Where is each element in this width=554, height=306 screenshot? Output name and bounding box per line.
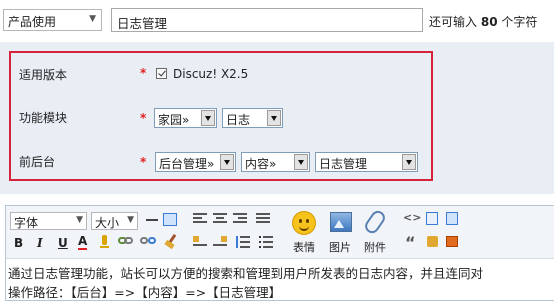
font-size-select-value: 大小	[95, 216, 120, 230]
flash-icon[interactable]	[446, 212, 458, 225]
module-select-primary-value: 家园»	[158, 113, 190, 127]
backend-select-section[interactable]: 后台管理»	[155, 152, 236, 172]
horizontal-rule-icon[interactable]	[146, 219, 158, 221]
font-family-select-value: 字体	[14, 216, 39, 230]
font-family-select[interactable]: 字体 ▼	[10, 212, 87, 230]
clear-format-icon[interactable]	[164, 233, 179, 250]
version-label: 适用版本	[19, 68, 68, 82]
chevron-down-icon: ▼	[89, 14, 96, 24]
unordered-list-icon[interactable]	[259, 236, 273, 248]
media-icon[interactable]	[446, 236, 458, 247]
bold-button[interactable]: B	[14, 236, 23, 250]
editor-content[interactable]: 通过日志管理功能，站长可以方便的搜索和管理到用户所发表的日志内容，并且连同对 操…	[8, 264, 554, 302]
backend-select-category[interactable]: 内容»	[241, 152, 310, 172]
remaining-chars-hint: 还可输入 80 个字符	[429, 13, 537, 30]
float-left-icon[interactable]	[193, 236, 207, 248]
image-label[interactable]: 图片	[329, 239, 351, 255]
backend-select-page-value: 日志管理	[319, 157, 368, 171]
align-right-icon[interactable]	[233, 213, 247, 225]
backend-required-mark: *	[140, 155, 147, 169]
quote-icon[interactable]: “	[405, 233, 416, 252]
dropdown-arrow-icon	[220, 154, 234, 170]
table-icon[interactable]	[426, 212, 438, 225]
align-left-icon[interactable]	[193, 213, 207, 225]
attachment-label[interactable]: 附件	[364, 239, 386, 255]
dropdown-arrow-icon	[267, 110, 281, 126]
backend-label: 前后台	[19, 155, 56, 169]
remaining-prefix: 还可输入	[429, 15, 478, 29]
editor-line-2: 操作路径：【后台】=>【内容】=>【日志管理】	[8, 285, 282, 300]
version-option-label: Discuz! X2.5	[173, 67, 249, 81]
backend-select-category-value: 内容»	[245, 157, 277, 171]
dropdown-arrow-icon	[201, 110, 215, 126]
font-size-select[interactable]: 大小 ▼	[91, 212, 138, 230]
link-icon[interactable]	[118, 236, 134, 246]
lock-icon[interactable]	[427, 236, 438, 247]
align-center-icon[interactable]	[213, 213, 227, 225]
version-checkbox[interactable]	[156, 68, 167, 79]
emoticon-icon[interactable]	[292, 211, 316, 235]
module-select-secondary[interactable]: 日志	[222, 108, 283, 128]
module-select-primary[interactable]: 家园»	[154, 108, 217, 128]
image-icon[interactable]	[330, 212, 352, 232]
title-input-value: 日志管理	[117, 16, 168, 31]
backend-select-page[interactable]: 日志管理	[315, 152, 418, 172]
unlink-icon[interactable]	[140, 236, 156, 246]
remaining-count: 80	[480, 15, 498, 29]
emoticon-label[interactable]: 表情	[293, 239, 315, 255]
font-color-button[interactable]: A	[78, 235, 88, 250]
category-select-value: 产品使用	[8, 15, 57, 29]
italic-button[interactable]: I	[37, 236, 43, 250]
float-right-icon[interactable]	[213, 236, 227, 248]
dropdown-arrow-icon	[402, 154, 416, 170]
align-justify-icon[interactable]	[256, 213, 270, 225]
remaining-suffix: 个字符	[501, 15, 538, 29]
editor-line-1: 通过日志管理功能，站长可以方便的搜索和管理到用户所发表的日志内容，并且连同对	[8, 266, 484, 281]
chevron-down-icon: ▼	[76, 215, 83, 225]
highlight-icon[interactable]	[98, 235, 111, 249]
category-select[interactable]: 产品使用 ▼	[3, 9, 102, 31]
chevron-down-icon: ▼	[127, 215, 134, 225]
background-color-icon[interactable]	[163, 213, 177, 226]
module-required-mark: *	[140, 111, 147, 125]
title-input[interactable]: 日志管理	[111, 8, 423, 32]
module-label: 功能模块	[19, 111, 68, 125]
ordered-list-icon[interactable]	[236, 236, 250, 248]
code-icon[interactable]: <>	[403, 211, 421, 224]
dropdown-arrow-icon	[294, 154, 308, 170]
version-required-mark: *	[140, 66, 147, 80]
editor-toolbar	[6, 206, 554, 259]
backend-select-section-value: 后台管理»	[159, 157, 215, 171]
module-select-secondary-value: 日志	[226, 113, 251, 127]
underline-button[interactable]: U	[58, 236, 68, 250]
